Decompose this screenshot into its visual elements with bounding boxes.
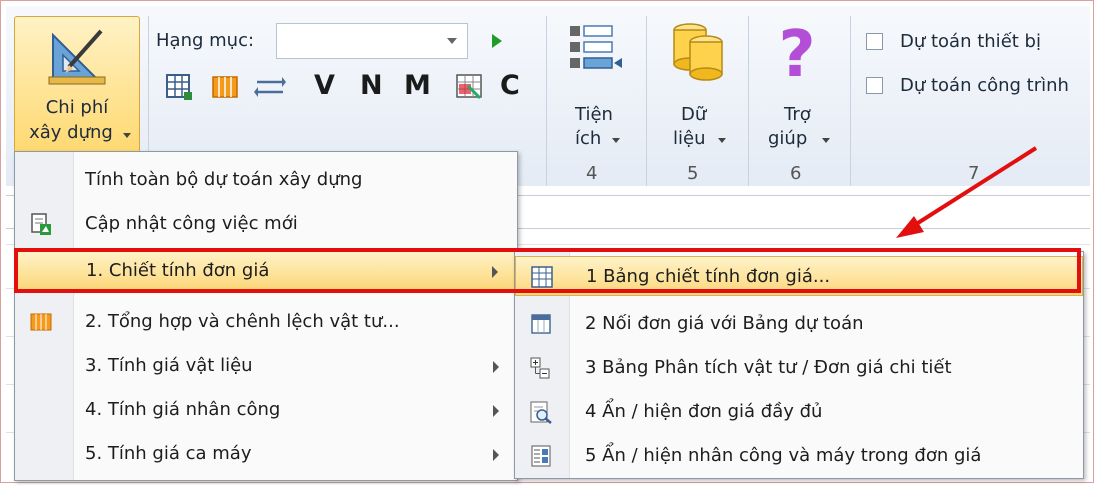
submenu-arrow-icon	[493, 449, 499, 461]
submenu-item-noi-don-gia[interactable]: 2 Nối đơn giá với Bảng dự toán	[515, 304, 1083, 344]
tien-ich-label-line2: ích	[575, 128, 602, 149]
submenu-item-label: 2 Nối đơn giá với Bảng dự toán	[585, 313, 864, 334]
chevron-down-icon	[447, 38, 457, 44]
submenu-item-label: 5 Ẩn / hiện nhân công và máy trong đơn g…	[585, 445, 982, 466]
dropdown-arrow-icon	[822, 138, 830, 143]
submenu-arrow-icon	[493, 361, 499, 373]
ribbon-separator	[546, 16, 547, 186]
menu-item-label: 3. Tính giá vật liệu	[85, 355, 253, 376]
tien-ich-button[interactable]: Tiện ích	[554, 18, 644, 158]
submenu-arrow-icon	[493, 405, 499, 417]
chi-phi-label-line2: xây dựng	[29, 122, 113, 143]
ribbon-separator	[646, 16, 647, 186]
menu-item-tinh-gia-nhan-cong[interactable]: 4. Tính giá nhân công	[15, 390, 517, 430]
du-lieu-label-line2: liệu	[673, 128, 706, 149]
menu-item-cap-nhat[interactable]: Cập nhật công việc mới	[15, 204, 517, 244]
du-toan-thiet-bi-checkbox[interactable]	[866, 33, 883, 50]
dropdown-arrow-icon	[718, 138, 726, 143]
hang-muc-label: Hạng mục:	[156, 30, 255, 51]
columns-icon	[30, 313, 52, 331]
swap-arrows-icon[interactable]	[254, 72, 286, 102]
du-lieu-label-line1: Dữ	[681, 104, 707, 125]
play-icon[interactable]	[492, 34, 502, 48]
tool-m-button[interactable]: M	[404, 70, 431, 101]
du-toan-thiet-bi-label: Dự toán thiết bị	[900, 31, 1041, 52]
hang-muc-combobox[interactable]	[276, 23, 468, 59]
menu-item-tinh-gia-vat-lieu[interactable]: 3. Tính giá vật liệu	[15, 346, 517, 386]
highlight-annotation-box	[14, 248, 1081, 293]
chi-phi-xay-dung-button[interactable]: Chi phí xây dựng	[14, 16, 140, 159]
menu-item-tinh-toan-bo[interactable]: Tính toàn bộ dự toán xây dựng	[15, 160, 517, 200]
tro-giup-label-line1: Trợ	[784, 104, 811, 125]
tro-giup-label-line2: giúp	[768, 128, 808, 149]
columns-icon[interactable]	[210, 72, 240, 102]
submenu-item-an-hien-nhan-cong[interactable]: 5 Ẩn / hiện nhân công và máy trong đơn g…	[515, 436, 1083, 476]
numbered-list-icon	[531, 445, 551, 467]
document-update-icon	[31, 213, 51, 235]
chi-phi-label-line1: Chi phí	[45, 97, 109, 118]
sheet-icon	[531, 314, 551, 334]
tool-v-button[interactable]: V	[314, 70, 335, 101]
table-grid-icon[interactable]	[164, 72, 194, 102]
group-number: 4	[586, 163, 598, 184]
database-icon	[673, 23, 723, 81]
tro-giup-button[interactable]: ? Trợ giúp	[754, 18, 844, 158]
submenu-item-label: 4 Ẩn / hiện đơn giá đầy đủ	[585, 401, 823, 422]
tien-ich-label-line1: Tiện	[575, 104, 613, 125]
grid-select-icon[interactable]	[454, 72, 486, 102]
expand-collapse-icon	[530, 357, 550, 379]
annotation-arrow-icon	[896, 146, 1038, 238]
search-document-icon	[530, 401, 552, 424]
menu-item-tinh-gia-ca-may[interactable]: 5. Tính giá ca máy	[15, 434, 517, 474]
drafting-tools-icon	[48, 29, 106, 85]
menu-item-label: 5. Tính giá ca máy	[85, 443, 252, 464]
du-toan-cong-trinh-label: Dự toán công trình	[900, 75, 1069, 96]
svg-text:?: ?	[778, 22, 815, 84]
menu-item-label: 2. Tổng hợp và chênh lệch vật tư...	[85, 311, 400, 332]
dropdown-arrow-icon	[123, 133, 131, 138]
submenu-item-bang-phan-tich[interactable]: 3 Bảng Phân tích vật tư / Đơn giá chi ti…	[515, 348, 1083, 388]
du-lieu-button[interactable]: Dữ liệu	[654, 18, 744, 158]
menu-item-label: Cập nhật công việc mới	[85, 213, 298, 234]
du-toan-cong-trinh-checkbox[interactable]	[866, 77, 883, 94]
ribbon-separator	[748, 16, 749, 186]
ribbon-separator	[850, 16, 851, 186]
dropdown-arrow-icon	[612, 138, 620, 143]
menu-item-label: Tính toàn bộ dự toán xây dựng	[85, 169, 363, 190]
group-number: 5	[687, 163, 699, 184]
tool-n-button[interactable]: N	[360, 70, 383, 101]
menu-item-label: 4. Tính giá nhân công	[85, 399, 281, 420]
utilities-list-icon	[570, 25, 622, 69]
menu-item-tong-hop[interactable]: 2. Tổng hợp và chênh lệch vật tư...	[15, 302, 517, 342]
help-question-icon: ?	[778, 22, 815, 84]
group-number: 6	[790, 163, 802, 184]
tool-c-button[interactable]: C	[500, 70, 520, 101]
submenu-item-label: 3 Bảng Phân tích vật tư / Đơn giá chi ti…	[585, 357, 952, 378]
submenu-item-an-hien-don-gia[interactable]: 4 Ẩn / hiện đơn giá đầy đủ	[515, 392, 1083, 432]
chi-phi-dropdown-menu: Tính toàn bộ dự toán xây dựng Cập nhật c…	[14, 151, 518, 481]
